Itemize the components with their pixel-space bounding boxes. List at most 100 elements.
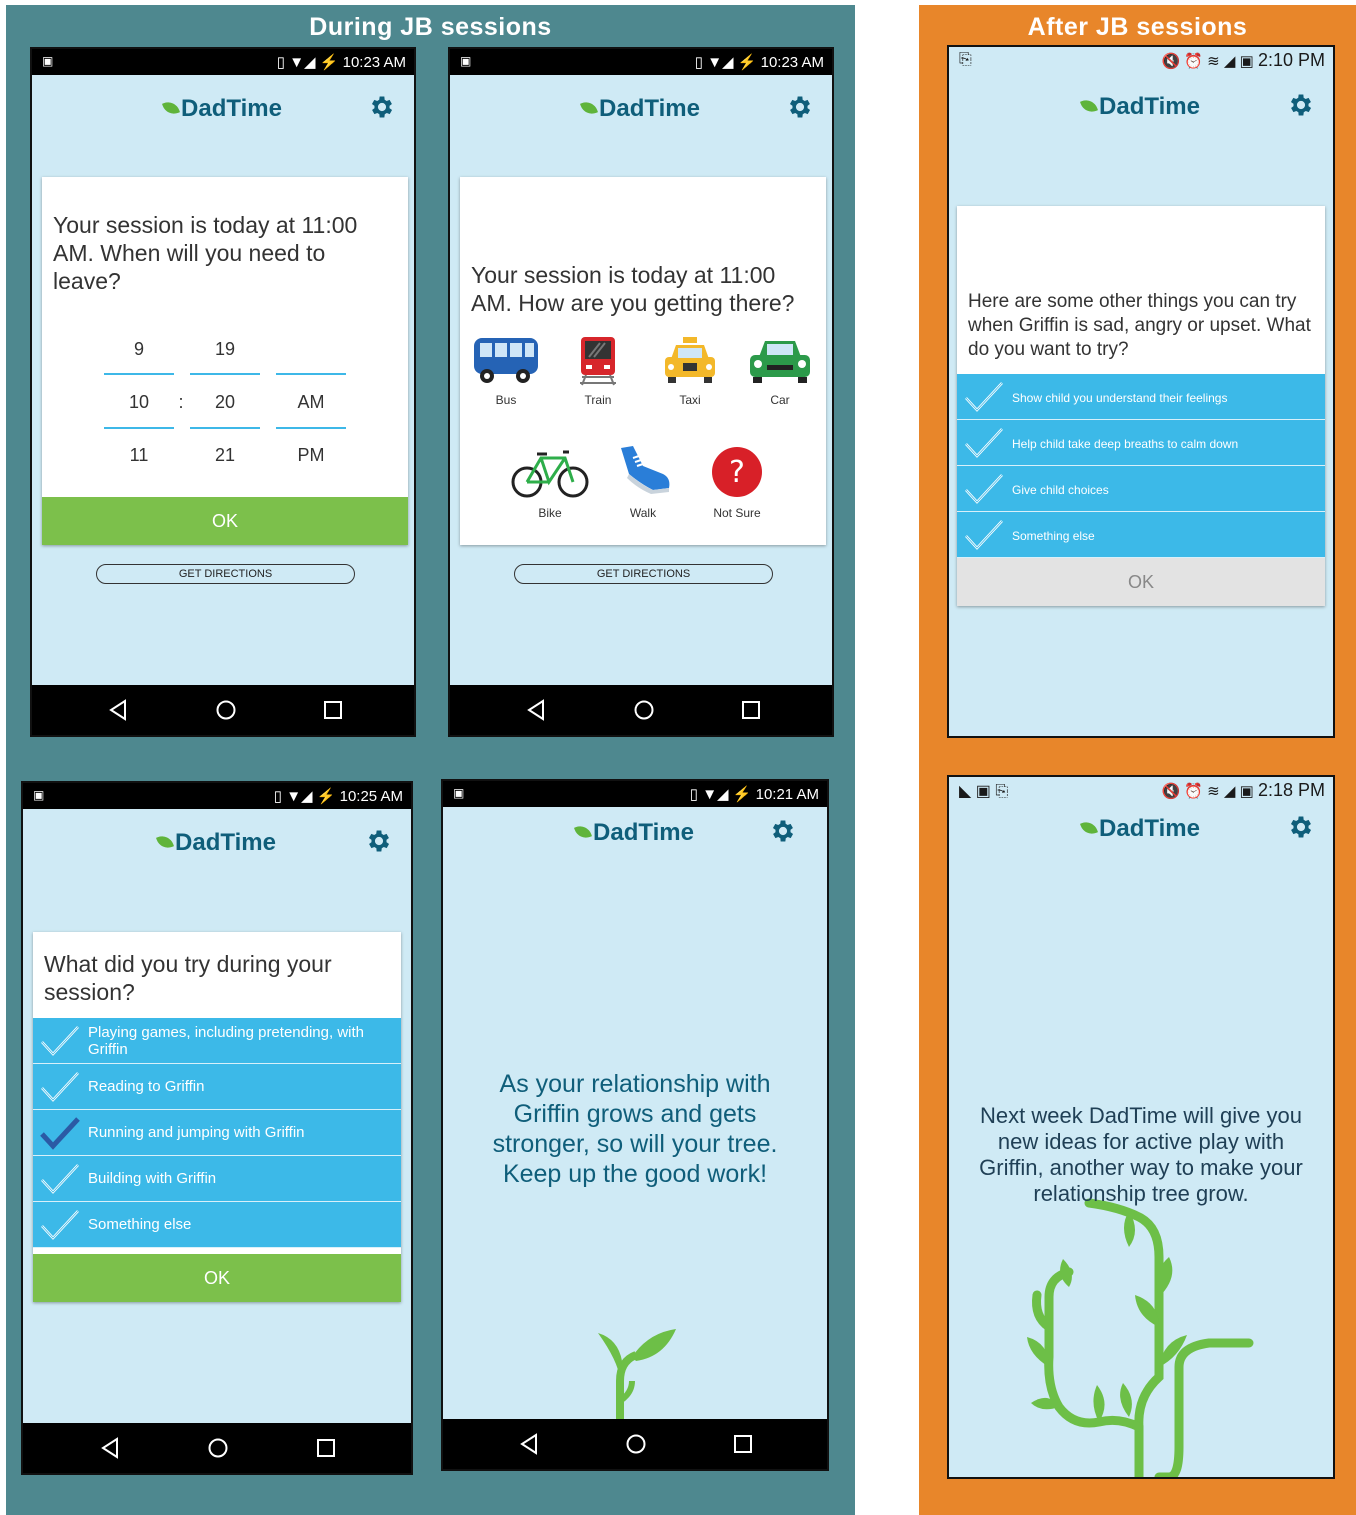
- app-logo: DadTime: [949, 815, 1333, 843]
- hour-next[interactable]: 11: [104, 445, 174, 466]
- settings-gear-icon[interactable]: [368, 93, 396, 121]
- option-playing-games[interactable]: Playing games, including pretending, wit…: [33, 1018, 401, 1064]
- train-option[interactable]: Train: [558, 335, 638, 407]
- option-building[interactable]: Building with Griffin: [33, 1156, 401, 1202]
- back-icon[interactable]: [108, 699, 128, 721]
- checkmark-icon: [965, 382, 1003, 412]
- phone-leave-time: ▣ ▯ ▼◢ ⚡ 10:23 AM DadTime Your session i…: [30, 47, 416, 737]
- taxi-option[interactable]: Taxi: [650, 335, 730, 407]
- next-week-message: Next week DadTime will give you new idea…: [979, 1103, 1303, 1206]
- ok-button[interactable]: OK: [42, 497, 408, 545]
- status-time: 10:21 AM: [755, 786, 819, 803]
- image-notification-icon: ▣: [33, 788, 45, 802]
- android-nav-bar: [32, 685, 414, 735]
- taxi-icon: [665, 337, 715, 383]
- notification-icons: ◣ ▣ ⎘: [959, 783, 1009, 800]
- back-icon[interactable]: [100, 1437, 120, 1459]
- checkmark-icon: [965, 474, 1003, 504]
- picker-divider: [276, 373, 346, 375]
- status-time: 2:10 PM: [1257, 50, 1325, 70]
- other-things-card: Here are some other things you can try w…: [957, 206, 1325, 606]
- phone-transport: ▣ ▯ ▼◢ ⚡ 10:23 AM DadTime Your session i…: [448, 47, 834, 737]
- checkmark-icon: [965, 520, 1003, 550]
- picker-divider: [190, 373, 260, 375]
- app-header: DadTime: [32, 75, 414, 143]
- leaf-icon: [574, 823, 593, 841]
- home-icon[interactable]: [215, 699, 237, 721]
- home-icon[interactable]: [207, 1437, 229, 1459]
- status-time: 10:23 AM: [342, 54, 406, 71]
- status-time: 2:18 PM: [1257, 780, 1325, 800]
- car-label: Car: [770, 393, 790, 407]
- option-label: Show child you understand their feelings: [1012, 391, 1228, 405]
- not-sure-option[interactable]: ? Not Sure: [697, 444, 777, 520]
- bike-option[interactable]: Bike: [510, 444, 590, 520]
- recents-icon[interactable]: [733, 1433, 753, 1455]
- leaf-icon: [1080, 819, 1099, 837]
- walk-option[interactable]: Walk: [603, 444, 683, 520]
- bike-icon: [511, 450, 589, 498]
- settings-gear-icon[interactable]: [769, 817, 797, 845]
- status-bar: ▣ ▯ ▼◢ ⚡ 10:25 AM: [23, 783, 411, 809]
- hour-prev[interactable]: 9: [104, 339, 174, 360]
- sprout-icon: [598, 1329, 676, 1423]
- option-something-else[interactable]: Something else: [957, 512, 1325, 558]
- what-tried-card: What did you try during your session? Pl…: [33, 932, 401, 1302]
- app-header: DadTime: [949, 799, 1333, 867]
- other-things-options: Show child you understand their feelings…: [957, 374, 1325, 558]
- android-nav-bar: [443, 1419, 827, 1469]
- option-deep-breaths[interactable]: Help child take deep breaths to calm dow…: [957, 420, 1325, 466]
- recents-icon[interactable]: [741, 699, 761, 721]
- settings-gear-icon[interactable]: [786, 93, 814, 121]
- option-label: Give child choices: [1012, 483, 1109, 497]
- get-directions-button[interactable]: GET DIRECTIONS: [514, 564, 773, 584]
- question-mark-icon: ?: [712, 447, 762, 497]
- picker-divider: [190, 427, 260, 429]
- phone-tree-message: ▣ ▯ ▼◢ ⚡ 10:21 AM DadTime As your relati…: [441, 779, 829, 1471]
- taxi-label: Taxi: [679, 393, 701, 407]
- bus-option[interactable]: Bus: [466, 335, 546, 407]
- settings-gear-icon[interactable]: [1287, 91, 1315, 119]
- minute-prev[interactable]: 19: [190, 339, 260, 360]
- recents-icon[interactable]: [323, 699, 343, 721]
- vibrate-wifi-signal-icons: ▯ ▼◢ ⚡: [273, 788, 340, 805]
- recents-icon[interactable]: [316, 1437, 336, 1459]
- tried-options: Playing games, including pretending, wit…: [33, 1018, 401, 1248]
- option-something-else[interactable]: Something else: [33, 1202, 401, 1248]
- app-logo: DadTime: [450, 95, 832, 123]
- option-understand-feelings[interactable]: Show child you understand their feelings: [957, 374, 1325, 420]
- ok-button[interactable]: OK: [33, 1254, 401, 1302]
- leaf-icon: [162, 99, 181, 117]
- leaf-icon: [156, 833, 175, 851]
- option-give-choices[interactable]: Give child choices: [957, 466, 1325, 512]
- checkmark-icon: [41, 1072, 79, 1102]
- tried-question: What did you try during your session?: [44, 951, 332, 1005]
- status-bar: ⎘ 🔇 ⏰ ≋ ◢ ▣ 2:10 PM: [949, 47, 1333, 75]
- vibrate-wifi-signal-icons: ▯ ▼◢ ⚡: [694, 54, 761, 71]
- car-option[interactable]: Car: [740, 335, 820, 407]
- settings-gear-icon[interactable]: [1287, 813, 1315, 841]
- status-time: 10:23 AM: [760, 54, 824, 71]
- option-running-jumping[interactable]: Running and jumping with Griffin: [33, 1110, 401, 1156]
- settings-gear-icon[interactable]: [365, 827, 393, 855]
- phone-next-week: ◣ ▣ ⎘ 🔇 ⏰ ≋ ◢ ▣ 2:18 PM DadTime Next wee…: [947, 775, 1335, 1479]
- option-reading[interactable]: Reading to Griffin: [33, 1064, 401, 1110]
- ampm-next[interactable]: PM: [276, 445, 346, 466]
- not-sure-label: Not Sure: [713, 506, 761, 520]
- other-things-question: Here are some other things you can try w…: [968, 291, 1311, 360]
- get-directions-button[interactable]: GET DIRECTIONS: [96, 564, 355, 584]
- back-icon[interactable]: [519, 1433, 539, 1455]
- ok-button-disabled[interactable]: OK: [957, 558, 1325, 606]
- home-icon[interactable]: [625, 1433, 647, 1455]
- phone-other-things: ⎘ 🔇 ⏰ ≋ ◢ ▣ 2:10 PM DadTime Here are som…: [947, 45, 1335, 738]
- home-icon[interactable]: [633, 699, 655, 721]
- option-label: Something else: [88, 1216, 192, 1233]
- app-header: DadTime: [23, 809, 411, 877]
- android-nav-bar: [23, 1423, 411, 1473]
- ampm-selected[interactable]: AM: [276, 392, 346, 413]
- option-label: Help child take deep breaths to calm dow…: [1012, 437, 1239, 451]
- checkmark-icon: [965, 428, 1003, 458]
- minute-selected[interactable]: 20: [190, 392, 260, 413]
- back-icon[interactable]: [526, 699, 546, 721]
- minute-next[interactable]: 21: [190, 445, 260, 466]
